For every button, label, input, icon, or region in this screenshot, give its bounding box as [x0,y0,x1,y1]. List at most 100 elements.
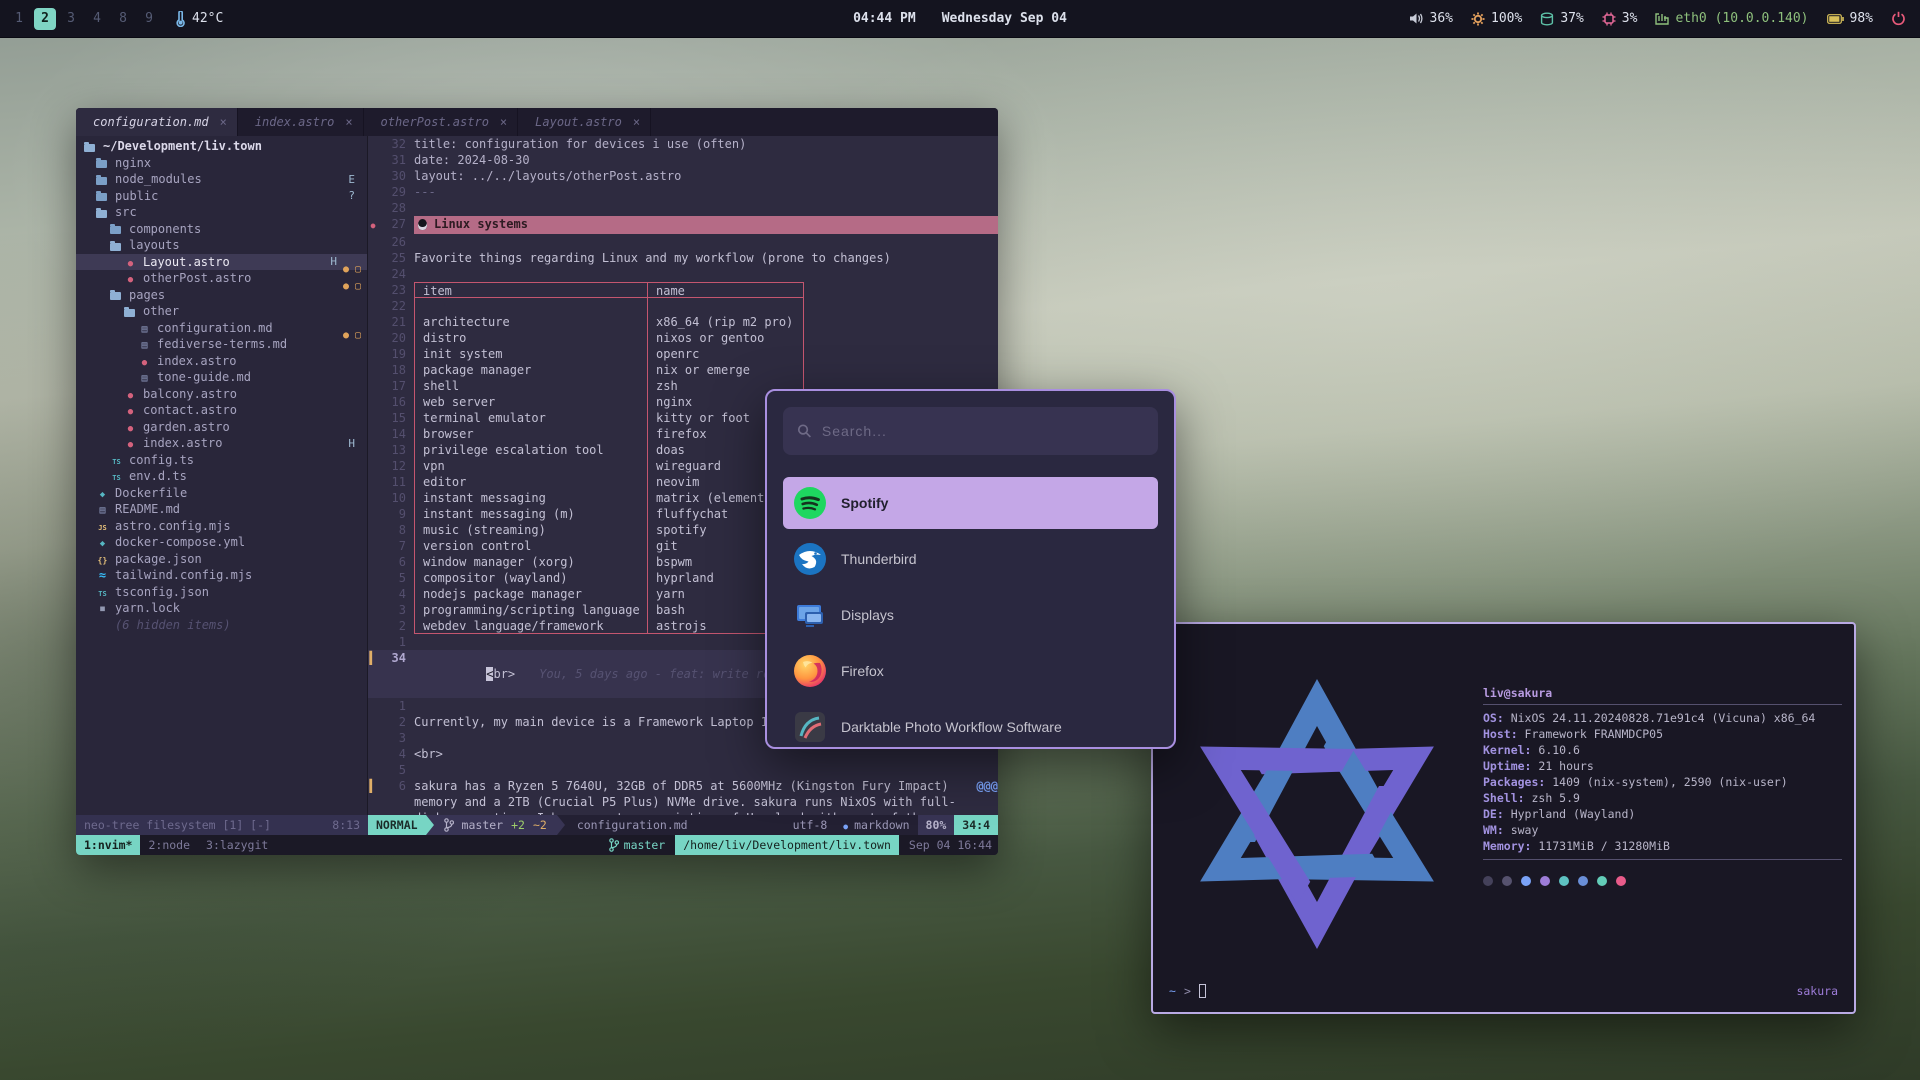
close-icon[interactable] [220,115,227,129]
tree-item[interactable]: (6 hidden items) [76,617,367,634]
buffer-line[interactable]: 27 Linux systems [368,216,998,234]
table-row[interactable]: 18 package manager nix or emerge [368,362,998,378]
tmux-window-tab[interactable]: 1:nvim* [76,835,140,855]
tab-label: configuration.md [93,115,209,129]
workspace-number: 8 [119,11,127,26]
tmux-window-tab[interactable]: 2:node [140,835,198,855]
table-cell-item: compositor (wayland) [414,570,647,586]
cpu-module[interactable]: 3% [1602,11,1638,26]
tree-item[interactable]: node_modules E [76,171,367,188]
tree-item[interactable]: pages [76,287,367,304]
tree-item[interactable]: otherPost.astro ● ▢ [76,270,367,287]
tree-item[interactable]: package.json [76,551,367,568]
workspace-button[interactable]: 9 [138,8,160,30]
terminal-window[interactable]: liv@sakura OS: NixOS 24.11.20240828.71e9… [1151,622,1856,1014]
buffer-line[interactable]: 32 title: configuration for devices i us… [368,136,998,152]
volume-module[interactable]: 36% [1409,11,1453,26]
editor-tab[interactable]: otherPost.astro [364,108,519,136]
tree-item[interactable]: README.md [76,501,367,518]
file-icon [124,255,137,269]
tree-item[interactable]: garden.astro [76,419,367,436]
network-module[interactable]: eth0 (10.0.0.140) [1655,11,1808,26]
gear-icon [1471,12,1485,26]
editor-tab[interactable]: configuration.md [76,108,238,136]
tree-item[interactable]: layouts [76,237,367,254]
buffer-line[interactable]: 30 layout: ../../layouts/otherPost.astro [368,168,998,184]
tree-item[interactable]: tone-guide.md [76,369,367,386]
file-name: components [129,222,201,236]
info-value: 21 hours [1538,759,1593,773]
editor-tab[interactable]: index.astro [238,108,364,136]
power-button[interactable] [1891,11,1906,26]
tree-item[interactable]: config.ts [76,452,367,469]
buffer-line[interactable]: 28 [368,200,998,216]
line-number: 5 [378,570,406,586]
workspace-switcher: 1 2 3 4 8 9 [8,8,160,30]
tree-item[interactable]: components [76,221,367,238]
workspace-button[interactable]: 4 [86,8,108,30]
launcher-item-firefox[interactable]: Firefox [783,645,1158,697]
buffer-line[interactable]: 6 sakura has a Ryzen 5 7640U, 32GB of DD… [368,778,998,815]
line-number: 4 [378,746,406,762]
gear-module[interactable]: 100% [1471,11,1522,26]
vim-mode-indicator: NORMAL [368,815,426,835]
buffer-line[interactable]: 26 [368,234,998,250]
tree-item[interactable]: src [76,204,367,221]
cursor-position: 34:4 [954,815,998,835]
tree-item[interactable]: tailwind.config.mjs [76,567,367,584]
workspace-button[interactable]: 2 [34,8,56,30]
tree-root[interactable]: ~/Development/liv.town [76,138,367,155]
workspace-button[interactable]: 8 [112,8,134,30]
info-value: Framework FRANMDCP05 [1525,727,1663,741]
shell-prompt[interactable]: ~ > [1169,984,1206,998]
launcher-item-darktable[interactable]: Darktable Photo Workflow Software [783,701,1158,749]
workspace-button[interactable]: 1 [8,8,30,30]
buffer-line[interactable]: 29 --- [368,184,998,200]
launcher-item-displays[interactable]: Displays [783,589,1158,641]
launcher-item-thunderbird[interactable]: Thunderbird [783,533,1158,585]
buffer-line[interactable]: 24 [368,266,998,282]
tree-item[interactable]: docker-compose.yml [76,534,367,551]
tree-item[interactable]: balcony.astro [76,386,367,403]
sign-column [368,152,378,168]
table-row[interactable]: 21 architecture x86_64 (rip m2 pro) [368,314,998,330]
tree-item[interactable]: other [76,303,367,320]
tree-item[interactable]: Dockerfile [76,485,367,502]
tree-item[interactable]: Layout.astro H ● ▢ [76,254,367,271]
line-number: 1 [378,634,406,650]
battery-module[interactable]: 98% [1827,11,1873,26]
tree-item[interactable]: configuration.md ● ▢ [76,320,367,337]
workspace-button[interactable]: 3 [60,8,82,30]
tree-item[interactable]: astro.config.mjs [76,518,367,535]
tree-item[interactable]: nginx [76,155,367,172]
tree-item[interactable]: yarn.lock [76,600,367,617]
table-row[interactable]: 19 init system openrc [368,346,998,362]
editor-tab[interactable]: Layout.astro [518,108,651,136]
nixos-logo [1167,650,1467,970]
tmux-window-tab[interactable]: 3:lazygit [198,835,276,855]
info-label: Packages: [1483,775,1552,789]
file-name: pages [129,288,165,302]
tree-item[interactable]: fediverse-terms.md [76,336,367,353]
close-icon[interactable] [500,115,507,129]
close-icon[interactable] [633,115,640,129]
tree-item[interactable]: contact.astro [76,402,367,419]
table-row[interactable]: 20 distro nixos or gentoo [368,330,998,346]
disk-module[interactable]: 37% [1540,11,1583,26]
tree-item[interactable]: env.d.ts [76,468,367,485]
search-input[interactable] [822,423,1144,439]
file-icon [124,436,137,450]
launcher-item-spotify[interactable]: Spotify [783,477,1158,529]
tree-item[interactable]: index.astro H [76,435,367,452]
file-name: balcony.astro [143,387,237,401]
tree-item[interactable]: index.astro [76,353,367,370]
buffer-line[interactable]: 31 date: 2024-08-30 [368,152,998,168]
buffer-line[interactable]: 5 [368,762,998,778]
tree-item[interactable]: public ? [76,188,367,205]
line-text: title: configuration for devices i use (… [414,136,746,152]
search-box[interactable] [783,407,1158,455]
table-cell-item: programming/scripting language [414,602,647,618]
buffer-line[interactable]: 25 Favorite things regarding Linux and m… [368,250,998,266]
tree-item[interactable]: tsconfig.json [76,584,367,601]
close-icon[interactable] [345,115,352,129]
